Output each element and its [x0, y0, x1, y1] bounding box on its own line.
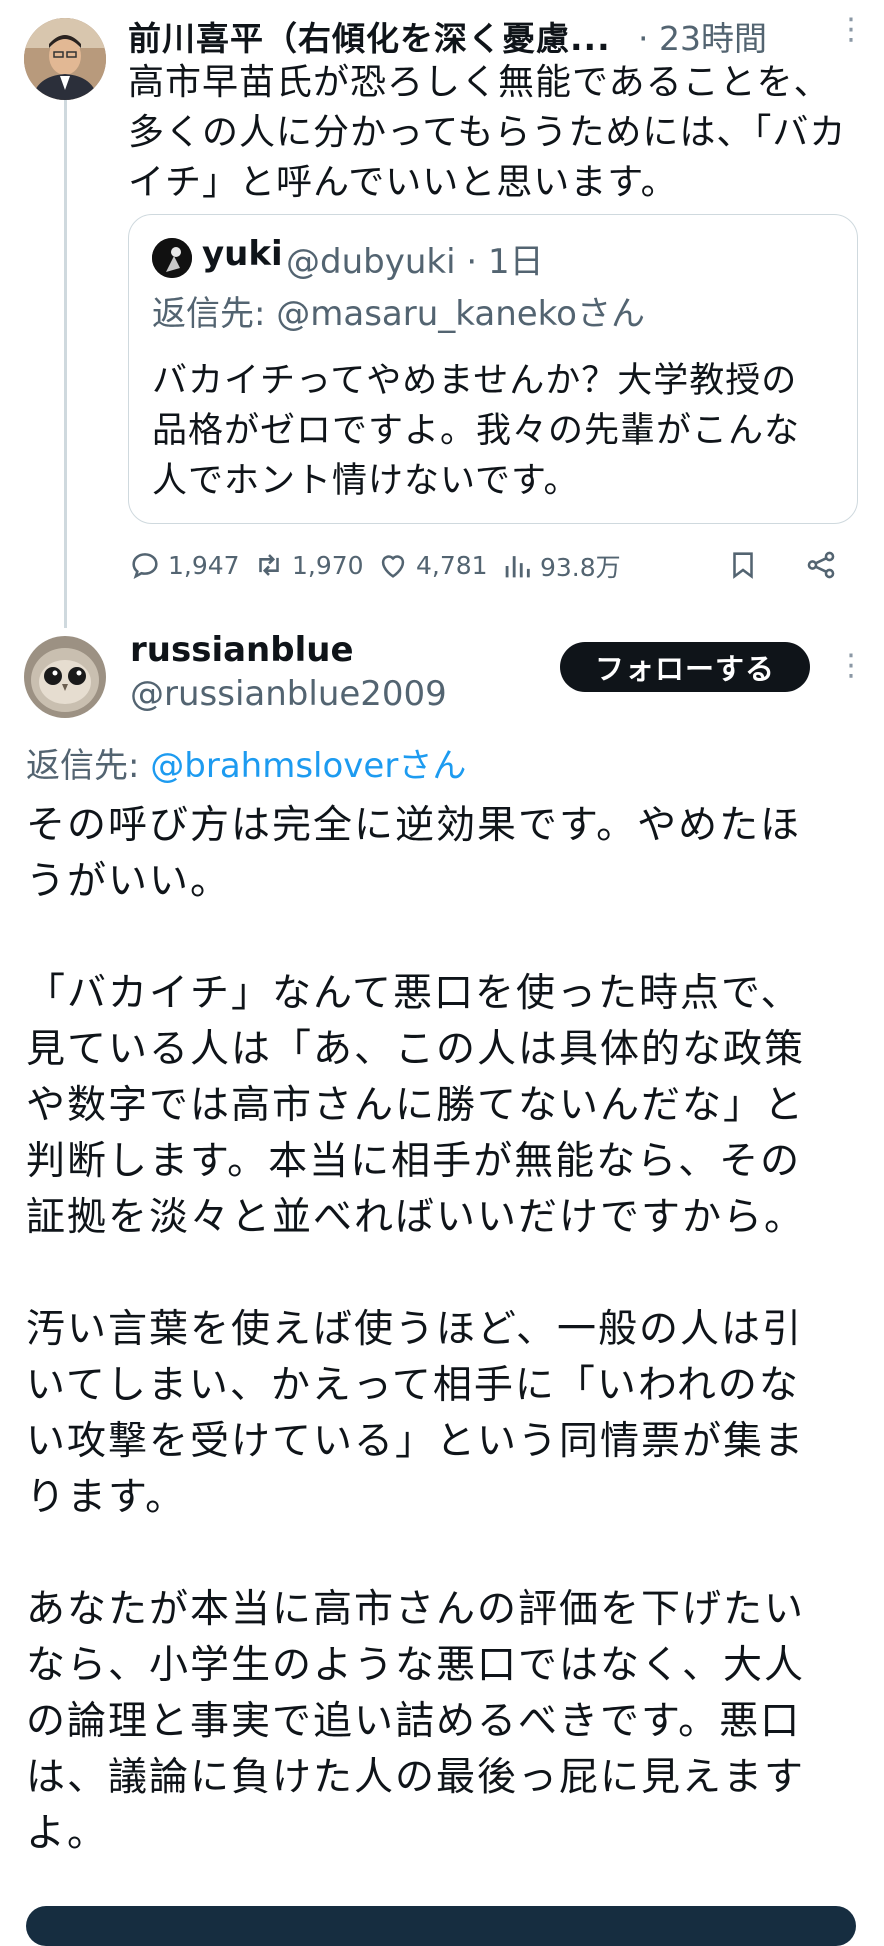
tweet2-paragraph: 「バカイチ」なんて悪口を使った時点で、 見ている人は「あ、この人は具体的な政策 …: [26, 966, 856, 1246]
quote-line: 人でホント情けないです。: [152, 461, 580, 501]
tweet2-line: や数字では高市さんに勝てないんだな」と: [26, 1083, 806, 1128]
tweet2-line: い攻撃を受けている」という同情票が集ま: [26, 1419, 806, 1464]
quote-avatar[interactable]: [152, 238, 192, 278]
bookmark-icon: [733, 552, 753, 579]
quote-author-name[interactable]: yuki: [202, 234, 283, 274]
more-icon[interactable]: ⋮: [836, 12, 866, 47]
quote-line: バカイチってやめませんか？大学教授の: [152, 361, 798, 401]
tweet1-author-name[interactable]: 前川喜平（右傾化を深く憂慮...: [128, 12, 611, 60]
tweet2-line: その呼び方は完全に逆効果です。やめたほ: [26, 803, 802, 848]
reply-button[interactable]: 1,947: [128, 548, 240, 582]
tweet2-author-handle[interactable]: @russianblue2009: [130, 674, 447, 714]
tweet1-line: 高市早苗氏が恐ろしく無能であることを、: [128, 62, 831, 103]
tweet1-line: 多くの人に分かってもらうためには、「バカ: [128, 112, 847, 153]
tweet2-line: ります。: [26, 1475, 187, 1520]
views-button[interactable]: 93.8万: [500, 548, 621, 584]
tweet2-line: あなたが本当に高市さんの評価を下げたい: [26, 1587, 806, 1632]
tweet2-line: 汚い言葉を使えば使うほど、一般の人は引: [26, 1307, 804, 1352]
repost-count: 1,970: [292, 550, 364, 580]
quote-avatar-icon: [152, 238, 192, 278]
tweet2-author-name[interactable]: russianblue: [130, 630, 354, 670]
tweet2-line: は、議論に負けた人の最後っ屁に見えます: [26, 1755, 806, 1800]
tweet2-reply-to: 返信先: @brahmsloverさん: [26, 738, 466, 787]
avatar-maekawa[interactable]: [24, 18, 106, 100]
tweet2-line: 見ている人は「あ、この人は具体的な政策: [26, 1027, 806, 1072]
avatar-russianblue[interactable]: [24, 636, 106, 718]
share-icon: [807, 551, 835, 579]
repost-icon: [259, 554, 279, 576]
tweet2-line: 「バカイチ」なんて悪口を使った時点で、: [26, 971, 802, 1016]
tweet1-text: 高市早苗氏が恐ろしく無能であることを、 多くの人に分かってもらうためには、「バカ…: [128, 58, 868, 208]
tweet1-action-bar: 1,947 1,970 4,781 93.8万: [128, 548, 848, 588]
reply-count: 1,947: [168, 550, 240, 580]
reply-to-handle-link[interactable]: @brahmsloverさん: [150, 746, 466, 786]
more-icon[interactable]: ⋮: [836, 648, 866, 683]
like-icon: [381, 555, 405, 578]
tweet2-line: 証拠を淡々と並べればいいだけですから。: [26, 1195, 806, 1240]
tweet2-line: 判断します。本当に相手が無能なら、その: [26, 1139, 802, 1184]
tweet2-line: の論理と事実で追い詰めるべきです。悪口: [26, 1699, 802, 1744]
tweet2-text: その呼び方は完全に逆効果です。やめたほ うがいい。 「バカイチ」なんて悪口を使っ…: [26, 798, 856, 1918]
like-count: 4,781: [416, 550, 488, 580]
reply-to-label: 返信先:: [26, 746, 140, 786]
bookmark-button[interactable]: [726, 548, 760, 582]
tweet2-paragraph: 汚い言葉を使えば使うほど、一般の人は引 いてしまい、かえって相手に「いわれのな …: [26, 1302, 856, 1526]
avatar-photo-icon: [24, 18, 106, 100]
quote-text: バカイチってやめませんか？大学教授の 品格がゼロですよ。我々の先輩がこんな 人で…: [152, 356, 842, 506]
quote-author-handle[interactable]: @dubyuki · 1日: [286, 234, 544, 283]
community-note-bar[interactable]: [26, 1906, 856, 1946]
views-icon: [505, 556, 530, 578]
quote-line: 品格がゼロですよ。我々の先輩がこんな: [152, 411, 801, 451]
reply-icon: [132, 553, 158, 580]
repost-button[interactable]: 1,970: [252, 548, 364, 582]
tweet2-line: よ。: [26, 1811, 109, 1856]
tweet2-line: なら、小学生のような悪口ではなく、大人: [26, 1643, 806, 1688]
share-button[interactable]: [804, 548, 838, 582]
like-button[interactable]: 4,781: [376, 548, 488, 582]
views-count: 93.8万: [540, 553, 621, 582]
quote-reply-to[interactable]: 返信先: @masaru_kanekoさん: [152, 286, 645, 335]
owl-avatar-icon: [24, 636, 106, 718]
follow-button[interactable]: フォローする: [560, 642, 810, 692]
tweet2-paragraph: あなたが本当に高市さんの評価を下げたい なら、小学生のような悪口ではなく、大人 …: [26, 1582, 856, 1862]
tweet1-line: イチ」と呼んでいいと思います。: [128, 162, 678, 203]
thread-line: [64, 100, 67, 628]
tweet1-timestamp[interactable]: · 23時間: [638, 12, 767, 60]
tweet2-line: うがいい。: [26, 859, 232, 904]
tweet2-line: いてしまい、かえって相手に「いわれのな: [26, 1363, 800, 1408]
tweet2-paragraph: その呼び方は完全に逆効果です。やめたほ うがいい。: [26, 798, 856, 910]
